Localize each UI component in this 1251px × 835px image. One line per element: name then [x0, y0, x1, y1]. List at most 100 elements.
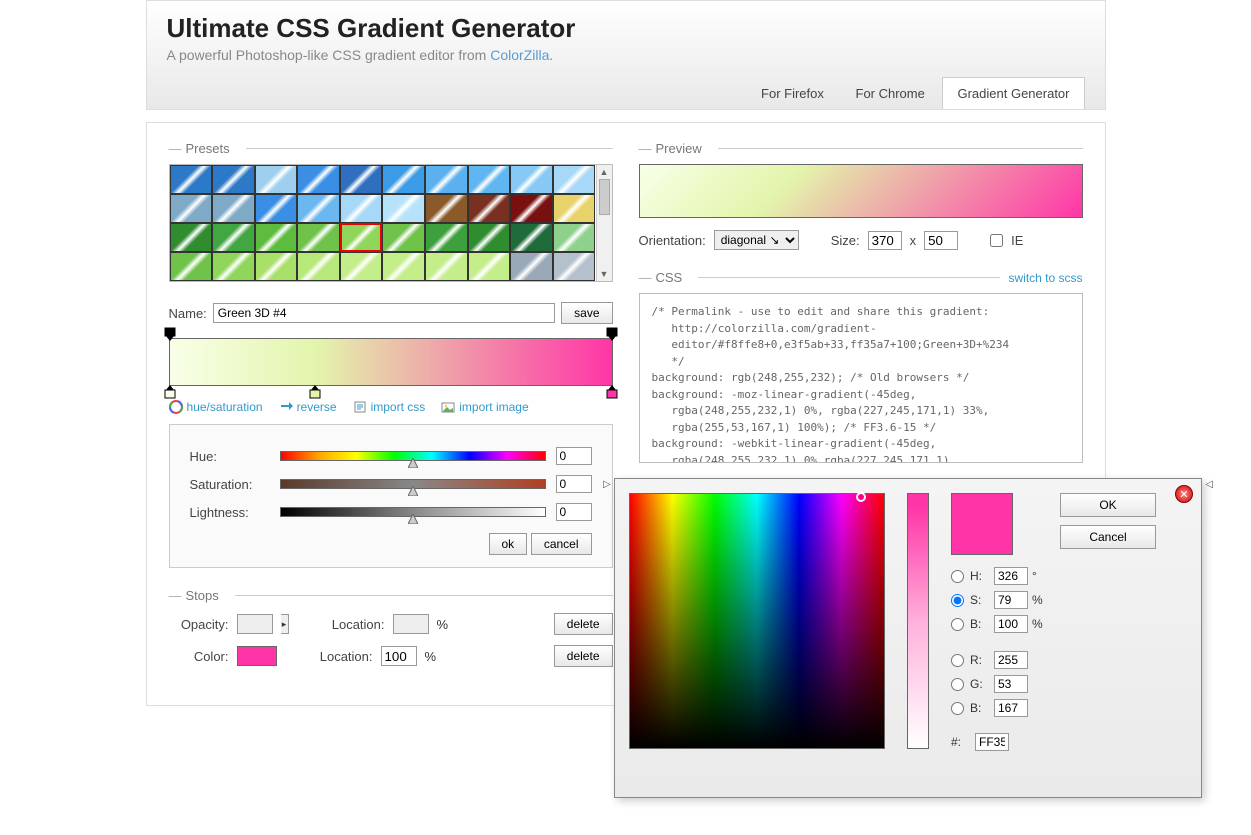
orientation-select[interactable]: diagonal ↘ — [714, 230, 799, 250]
preset-swatch[interactable] — [255, 252, 298, 281]
preset-swatch[interactable] — [510, 165, 553, 194]
r-input[interactable] — [994, 651, 1028, 669]
switch-scss-link[interactable]: switch to scss — [1008, 271, 1082, 285]
preset-swatch[interactable] — [297, 194, 340, 223]
preset-swatch[interactable] — [425, 223, 468, 252]
hue-input[interactable] — [556, 447, 592, 465]
picker-ok-button[interactable]: OK — [1060, 493, 1156, 517]
scroll-thumb[interactable] — [599, 179, 610, 215]
color-stop-2[interactable] — [606, 385, 618, 399]
presets-scrollbar[interactable]: ▲ ▼ — [596, 165, 612, 281]
g-input[interactable] — [994, 675, 1028, 693]
nav-generator[interactable]: Gradient Generator — [942, 77, 1084, 109]
size-width-input[interactable] — [868, 231, 902, 250]
scroll-up-icon[interactable]: ▲ — [597, 165, 612, 179]
preset-swatch[interactable] — [297, 165, 340, 194]
preset-swatch[interactable] — [425, 194, 468, 223]
preset-swatch[interactable] — [510, 223, 553, 252]
light-pointer-icon[interactable] — [408, 512, 418, 527]
preset-swatch[interactable] — [553, 194, 596, 223]
color-stop-1[interactable] — [309, 385, 321, 399]
close-icon[interactable]: ✕ — [1175, 485, 1193, 503]
preset-swatch[interactable] — [425, 165, 468, 194]
hue-arrow-left-icon[interactable]: ▷ — [603, 479, 611, 490]
sv-cursor-icon[interactable] — [856, 492, 866, 502]
preset-swatch[interactable] — [255, 165, 298, 194]
sat-input[interactable] — [556, 475, 592, 493]
scroll-down-icon[interactable]: ▼ — [597, 267, 612, 281]
preset-swatch[interactable] — [510, 252, 553, 281]
hex-input[interactable] — [975, 733, 1009, 751]
sat-pointer-icon[interactable] — [408, 484, 418, 499]
color-delete-button[interactable]: delete — [554, 645, 613, 667]
hsl-cancel-button[interactable]: cancel — [531, 533, 592, 555]
light-input[interactable] — [556, 503, 592, 521]
radio-s[interactable] — [951, 594, 964, 607]
preset-swatch[interactable] — [170, 223, 213, 252]
color-stop-0[interactable] — [164, 385, 176, 399]
preset-swatch[interactable] — [468, 194, 511, 223]
nav-firefox[interactable]: For Firefox — [747, 78, 838, 109]
s-input[interactable] — [994, 591, 1028, 609]
preset-swatch[interactable] — [425, 252, 468, 281]
preset-swatch[interactable] — [382, 223, 425, 252]
preset-swatch[interactable] — [170, 165, 213, 194]
tool-hue-sat[interactable]: hue/saturation — [169, 400, 263, 414]
preset-swatch[interactable] — [340, 252, 383, 281]
hue-strip[interactable] — [907, 493, 929, 749]
preset-swatch[interactable] — [553, 165, 596, 194]
light-slider[interactable] — [280, 507, 546, 517]
ie-checkbox[interactable] — [990, 234, 1003, 247]
preset-swatch[interactable] — [340, 194, 383, 223]
opacity-stop-left[interactable] — [164, 327, 176, 341]
preset-swatch[interactable] — [553, 252, 596, 281]
hsl-ok-button[interactable]: ok — [489, 533, 528, 555]
preset-swatch[interactable] — [212, 252, 255, 281]
b-input[interactable] — [994, 615, 1028, 633]
preset-swatch[interactable] — [297, 252, 340, 281]
picker-cancel-button[interactable]: Cancel — [1060, 525, 1156, 549]
save-button[interactable]: save — [561, 302, 612, 324]
sv-picker[interactable] — [629, 493, 885, 749]
radio-b[interactable] — [951, 618, 964, 631]
hue-arrow-right-icon[interactable]: ◁ — [1205, 479, 1213, 490]
gradient-editor[interactable] — [169, 338, 613, 386]
hue-pointer-icon[interactable] — [408, 456, 418, 471]
preset-swatch[interactable] — [170, 194, 213, 223]
colorzilla-link[interactable]: ColorZilla — [490, 47, 549, 63]
preset-swatch[interactable] — [170, 252, 213, 281]
preset-swatch[interactable] — [255, 223, 298, 252]
radio-r[interactable] — [951, 654, 964, 667]
preset-swatch[interactable] — [297, 223, 340, 252]
preset-swatch[interactable] — [468, 252, 511, 281]
preset-swatch[interactable] — [382, 165, 425, 194]
bl-input[interactable] — [994, 699, 1028, 717]
preset-swatch[interactable] — [340, 165, 383, 194]
preset-swatch[interactable] — [340, 223, 383, 252]
name-input[interactable] — [213, 303, 555, 323]
tool-import-css[interactable]: import css — [353, 400, 426, 414]
radio-g[interactable] — [951, 678, 964, 691]
h-input[interactable] — [994, 567, 1028, 585]
color-swatch[interactable] — [237, 646, 277, 666]
preset-swatch[interactable] — [212, 223, 255, 252]
tool-reverse[interactable]: reverse — [279, 400, 337, 414]
preset-swatch[interactable] — [382, 252, 425, 281]
color-location-input[interactable] — [381, 646, 417, 666]
preset-swatch[interactable] — [510, 194, 553, 223]
preset-swatch[interactable] — [553, 223, 596, 252]
size-height-input[interactable] — [924, 231, 958, 250]
radio-bl[interactable] — [951, 702, 964, 715]
preset-swatch[interactable] — [212, 194, 255, 223]
preset-swatch[interactable] — [255, 194, 298, 223]
css-output[interactable]: /* Permalink - use to edit and share thi… — [639, 293, 1083, 463]
tool-import-image[interactable]: import image — [441, 400, 528, 414]
sat-slider[interactable] — [280, 479, 546, 489]
opacity-stop-right[interactable] — [606, 327, 618, 341]
preset-swatch[interactable] — [212, 165, 255, 194]
preset-swatch[interactable] — [468, 165, 511, 194]
preset-swatch[interactable] — [382, 194, 425, 223]
radio-h[interactable] — [951, 570, 964, 583]
preset-swatch[interactable] — [468, 223, 511, 252]
hue-slider[interactable] — [280, 451, 546, 461]
